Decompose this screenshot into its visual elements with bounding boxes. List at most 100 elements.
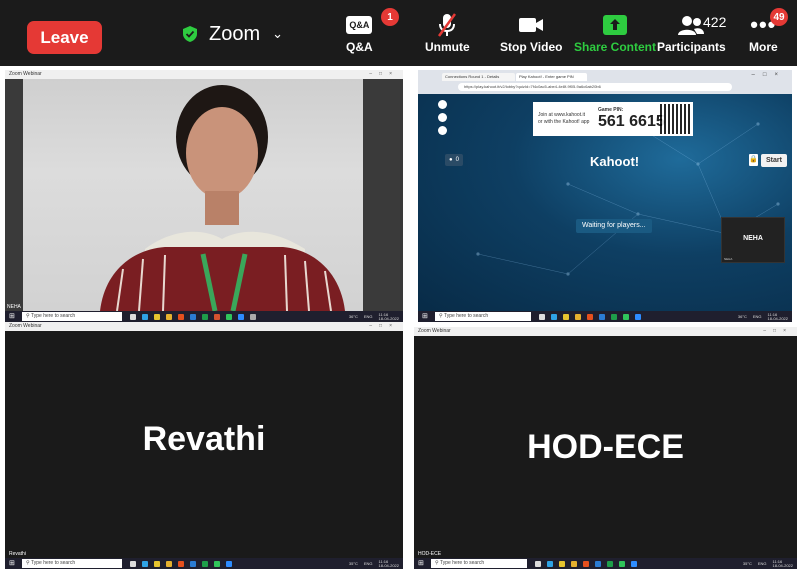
- settings-icon[interactable]: [250, 313, 256, 320]
- office-icon[interactable]: [178, 560, 184, 567]
- waiting-status: Waiting for players...: [576, 219, 652, 233]
- volume-icon[interactable]: [438, 113, 447, 122]
- player-count-badge: ● 0: [445, 154, 463, 166]
- edge-icon[interactable]: [547, 560, 553, 567]
- edge-icon[interactable]: [142, 560, 148, 567]
- lock-button[interactable]: 🔒: [749, 154, 758, 166]
- browser-tab-2[interactable]: Play Kahoot! - Enter game PIN: [516, 73, 587, 81]
- tab1-label: Connections Round 1 - Details: [445, 74, 500, 79]
- language-indicator: ENG: [757, 561, 767, 566]
- shield-check-icon: [183, 26, 197, 42]
- stop-video-button[interactable]: Stop Video: [500, 10, 562, 54]
- taskview-icon[interactable]: [539, 313, 545, 320]
- excel-icon[interactable]: [202, 313, 208, 320]
- join-instructions: Join at www.kahoot.it or with the Kahoot…: [533, 112, 594, 126]
- game-pin-card: Join at www.kahoot.it or with the Kahoot…: [533, 102, 693, 136]
- window-title-bar: Zoom Webinar –□×: [414, 327, 797, 336]
- window-controls[interactable]: –□×: [369, 322, 399, 331]
- taskbar-search-placeholder: Type here to search: [30, 560, 76, 566]
- game-pin: 561 6615: [598, 113, 665, 130]
- windows-start-icon[interactable]: ⊞: [422, 312, 431, 321]
- taskbar-search-field[interactable]: ⚲ Type here to search: [435, 312, 531, 321]
- zoom-app-icon[interactable]: [226, 560, 232, 567]
- zoom-app-icon[interactable]: [238, 313, 244, 320]
- chrome-icon[interactable]: [154, 560, 160, 567]
- fullscreen-icon[interactable]: [438, 126, 447, 135]
- word-icon[interactable]: [599, 313, 605, 320]
- taskbar-search-field[interactable]: ⚲ Type here to search: [431, 559, 527, 568]
- unmute-button[interactable]: Unmute: [425, 10, 470, 54]
- windows-start-icon[interactable]: ⊞: [418, 559, 427, 568]
- edge-icon[interactable]: [142, 313, 148, 320]
- whatsapp-icon[interactable]: [226, 313, 232, 320]
- video-tile-revathi[interactable]: Zoom Webinar –□× Revathi Revathi ⊞ ⚲ Typ…: [5, 322, 403, 569]
- video-tile-hod-ece[interactable]: Zoom Webinar –□× HOD-ECE HOD-ECE ⊞ ⚲ Typ…: [414, 327, 797, 569]
- weather-temp: 35°C: [348, 561, 358, 566]
- windows-taskbar: ⊞ ⚲ Type here to search 35°C ENG 11:16 1…: [414, 558, 797, 569]
- player-count: 0: [455, 157, 459, 163]
- browser-tab-1[interactable]: Connections Round 1 - Details: [442, 73, 515, 81]
- chrome-icon[interactable]: [154, 313, 160, 320]
- taskview-icon[interactable]: [130, 560, 136, 567]
- meeting-toolbar: Leave Zoom ⌄ Q&A Q&A 1 Unmute Stop Video…: [0, 0, 797, 66]
- whatsapp-icon[interactable]: [619, 560, 625, 567]
- powerpoint-icon[interactable]: [214, 313, 220, 320]
- folder-icon[interactable]: [571, 560, 577, 567]
- taskview-icon[interactable]: [130, 313, 136, 320]
- whatsapp-icon[interactable]: [214, 560, 220, 567]
- excel-icon[interactable]: [607, 560, 613, 567]
- shared-screen-kahoot[interactable]: Connections Round 1 - Details Play Kahoo…: [418, 70, 792, 322]
- excel-icon[interactable]: [611, 313, 617, 320]
- zoom-app-icon[interactable]: [631, 560, 637, 567]
- folder-icon[interactable]: [166, 313, 172, 320]
- clock: 11:16 18-04-2022: [378, 559, 399, 568]
- stop-video-label: Stop Video: [500, 40, 563, 54]
- music-icon[interactable]: [438, 100, 447, 109]
- leave-button[interactable]: Leave: [27, 21, 102, 54]
- whatsapp-icon[interactable]: [623, 313, 629, 320]
- office-icon[interactable]: [587, 313, 593, 320]
- system-tray: 35°C ENG 11:16 18-04-2022: [349, 558, 399, 569]
- windows-start-icon[interactable]: ⊞: [9, 312, 18, 321]
- kahoot-logo: Kahoot!: [590, 154, 640, 169]
- word-icon[interactable]: [190, 313, 196, 320]
- weather-temp: 36°C: [348, 314, 358, 319]
- clock: 11:16 18-04-2022: [773, 559, 793, 568]
- participant-name-display: Revathi: [142, 420, 266, 458]
- browser-chrome: Connections Round 1 - Details Play Kahoo…: [418, 70, 792, 94]
- window-controls[interactable]: –□×: [763, 327, 793, 336]
- office-icon[interactable]: [583, 560, 589, 567]
- folder-icon[interactable]: [166, 560, 172, 567]
- chrome-icon[interactable]: [559, 560, 565, 567]
- clock-date: 18-04-2022: [378, 562, 399, 568]
- zoom-brand-menu[interactable]: Zoom ⌄: [183, 22, 283, 46]
- folder-icon[interactable]: [575, 313, 581, 320]
- word-icon[interactable]: [190, 560, 196, 567]
- taskbar-search-field[interactable]: ⚲ Type here to search: [22, 312, 122, 321]
- person-silhouette: [100, 85, 345, 311]
- window-controls[interactable]: –□×: [752, 72, 786, 78]
- participants-icon: [678, 16, 705, 35]
- window-controls[interactable]: –□×: [369, 70, 399, 79]
- system-tray: 36°C ENG 11:16 18-04-2022: [349, 311, 399, 322]
- excel-icon[interactable]: [202, 560, 208, 567]
- edge-icon[interactable]: [551, 313, 557, 320]
- word-icon[interactable]: [595, 560, 601, 567]
- taskbar-search-placeholder: Type here to search: [439, 560, 485, 566]
- chrome-icon[interactable]: [563, 313, 569, 320]
- taskbar-search-field[interactable]: ⚲ Type here to search: [22, 559, 122, 568]
- windows-start-icon[interactable]: ⊞: [9, 559, 18, 568]
- video-tile-neha[interactable]: Zoom Webinar –□× NEHA ⊞ ⚲ Type here to s…: [5, 70, 403, 322]
- office-icon[interactable]: [178, 313, 184, 320]
- clock-date: 18-04-2022: [378, 315, 399, 321]
- browser-address-bar[interactable]: https://play.kahoot.it/v2/lobby?quizId=7…: [458, 83, 732, 91]
- join-line-2: or with the Kahoot! app: [538, 119, 590, 125]
- share-content-button[interactable]: Share Content: [574, 10, 656, 54]
- taskview-icon[interactable]: [535, 560, 541, 567]
- qa-button[interactable]: Q&A Q&A: [346, 10, 373, 54]
- start-button[interactable]: Start: [761, 154, 787, 167]
- taskbar-app-icons: [539, 313, 641, 320]
- self-tile-name: NEHA: [743, 235, 763, 242]
- taskbar-app-icons: [535, 560, 637, 567]
- zoom-app-icon[interactable]: [635, 313, 641, 320]
